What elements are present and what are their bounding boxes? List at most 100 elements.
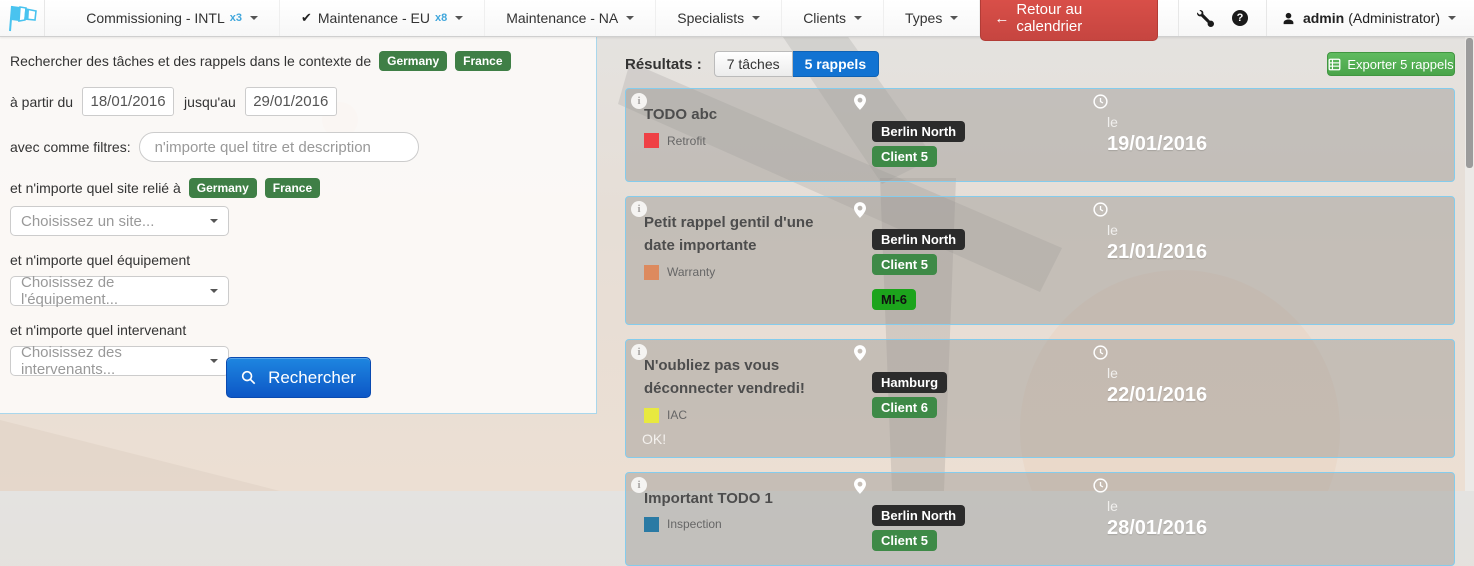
nav-menu-item[interactable]: ✔ Commissioning - INTL x3	[65, 0, 280, 36]
chevron-down-icon	[854, 16, 862, 20]
filters-row: avec comme filtres:	[10, 132, 586, 162]
site-badge: Berlin North	[872, 505, 965, 526]
card-main-column: N'oubliez pas vous déconnecter vendredi!…	[626, 344, 854, 447]
context-label: Rechercher des tâches et des rappels dan…	[10, 53, 371, 69]
date-prefix: le	[1107, 365, 1454, 381]
title-filter-input[interactable]	[139, 132, 419, 162]
worker-label: et n'importe quel intervenant	[10, 322, 186, 338]
nav-menu-item[interactable]: ✔ Maintenance - EU x8	[280, 0, 485, 36]
card-date: le 22/01/2016	[1107, 365, 1454, 407]
site-badge: Berlin North	[872, 229, 965, 250]
card-badges: Berlin North Client 5 MI-6	[872, 229, 1093, 314]
clock-icon	[1093, 345, 1108, 360]
nav-menu-item[interactable]: ✔ Maintenance - NA	[485, 0, 656, 36]
type-color-swatch	[644, 133, 659, 148]
site-select[interactable]: Choisissez un site...	[10, 206, 229, 236]
date-value: 22/01/2016	[1107, 384, 1454, 407]
card-date: le 19/01/2016	[1107, 114, 1454, 156]
chevron-down-icon	[210, 289, 218, 293]
card-location-column: Berlin North Client 5 MI-6	[854, 201, 1093, 314]
context-tag-germany: Germany	[379, 51, 447, 71]
nav-menu-item[interactable]: ✔ Clients	[782, 0, 884, 36]
card-type-row: IAC	[644, 408, 844, 423]
nav-item-label: Maintenance - NA	[506, 10, 618, 26]
nav-menu-item[interactable]: ✔ Specialists	[656, 0, 782, 36]
search-button[interactable]: Rechercher	[226, 357, 371, 398]
info-icon[interactable]: i	[631, 201, 647, 217]
utility-icons: ?	[1178, 0, 1267, 36]
results-tab[interactable]: 5 rappels	[793, 51, 879, 77]
worker-select-placeholder: Choisissez des intervenants...	[21, 344, 204, 378]
scrollbar-thumb[interactable]	[1466, 38, 1473, 168]
site-badge: Berlin North	[872, 121, 965, 142]
nav-item-label: Maintenance - EU	[318, 10, 430, 26]
date-to-input[interactable]	[245, 87, 337, 116]
back-to-calendar-button[interactable]: ← Retour au calendrier	[980, 0, 1158, 41]
equipment-select-placeholder: Choisissez de l'équipement...	[21, 274, 204, 308]
info-icon[interactable]: i	[631, 477, 647, 493]
info-icon[interactable]: i	[631, 93, 647, 109]
type-label: Inspection	[667, 517, 722, 531]
location-pin-icon	[854, 202, 866, 218]
nav-menu-item[interactable]: ✔ Types	[884, 0, 980, 36]
card-location-column: Berlin North Client 5	[854, 93, 1093, 171]
date-value: 19/01/2016	[1107, 133, 1454, 156]
help-icon[interactable]: ?	[1232, 10, 1248, 26]
reminder-card[interactable]: i Petit rappel gentil d'une date importa…	[625, 196, 1455, 325]
navbar-right: ← Retour au calendrier ? admin (Administ…	[980, 0, 1474, 36]
type-color-swatch	[644, 408, 659, 423]
card-badges: Berlin North Client 5	[872, 505, 1093, 555]
chevron-down-icon	[1448, 16, 1456, 20]
location-pin-icon	[854, 478, 866, 494]
location-pin-icon	[854, 345, 866, 361]
site-badge: Hamburg	[872, 372, 947, 393]
type-color-swatch	[644, 517, 659, 532]
results-list: i TODO abc Retrofit Berlin North Client …	[625, 88, 1455, 566]
wrench-icon[interactable]	[1197, 10, 1214, 27]
user-role: (Administrator)	[1348, 10, 1440, 26]
card-type-row: Inspection	[644, 517, 844, 532]
filters-label: avec comme filtres:	[10, 139, 131, 155]
back-button-label: Retour au calendrier	[1016, 1, 1144, 35]
search-icon	[241, 370, 256, 385]
card-badges: Berlin North Client 5	[872, 121, 1093, 171]
chevron-down-icon	[626, 16, 634, 20]
results-header: Résultats : 7 tâches5 rappels	[625, 51, 879, 77]
date-from-label: à partir du	[10, 94, 73, 110]
client-badge: Client 5	[872, 254, 937, 275]
worker-select[interactable]: Choisissez des intervenants...	[10, 346, 229, 376]
chevron-down-icon	[250, 16, 258, 20]
nav-item-label: Types	[905, 10, 942, 26]
date-range-row: à partir du jusqu'au	[10, 87, 586, 116]
card-type-row: Warranty	[644, 265, 844, 280]
equipment-select[interactable]: Choisissez de l'équipement...	[10, 276, 229, 306]
info-icon[interactable]: i	[631, 344, 647, 360]
context-tag-france: France	[455, 51, 510, 71]
scrollbar-track[interactable]	[1465, 37, 1474, 491]
date-prefix: le	[1107, 114, 1454, 130]
chevron-down-icon	[210, 359, 218, 363]
export-button[interactable]: Exporter 5 rappels	[1327, 52, 1455, 76]
equipment-label-row: et n'importe quel équipement	[10, 252, 586, 268]
results-tab[interactable]: 7 tâches	[714, 51, 793, 77]
card-main-column: Petit rappel gentil d'une date important…	[626, 201, 854, 314]
user-menu[interactable]: admin (Administrator)	[1267, 10, 1474, 26]
type-label: Retrofit	[667, 134, 706, 148]
results-tab-group: 7 tâches5 rappels	[714, 51, 879, 77]
date-prefix: le	[1107, 222, 1454, 238]
reminder-card[interactable]: i N'oubliez pas vous déconnecter vendred…	[625, 339, 1455, 458]
date-from-input[interactable]	[82, 87, 174, 116]
card-title: N'oubliez pas vous déconnecter vendredi!	[644, 354, 842, 401]
reminder-card[interactable]: i Important TODO 1 Inspection Berlin Nor…	[625, 472, 1455, 566]
app-logo[interactable]	[0, 0, 45, 36]
reminder-card[interactable]: i TODO abc Retrofit Berlin North Client …	[625, 88, 1455, 182]
card-date-column: le 21/01/2016	[1093, 201, 1454, 314]
card-date: le 21/01/2016	[1107, 222, 1454, 264]
date-to-label: jusqu'au	[184, 94, 236, 110]
chevron-down-icon	[455, 16, 463, 20]
flag-logo-icon	[5, 3, 39, 33]
site-tag-france: France	[265, 178, 320, 198]
worker-label-row: et n'importe quel intervenant	[10, 322, 586, 338]
type-label: IAC	[667, 408, 687, 422]
card-date: le 28/01/2016	[1107, 498, 1454, 540]
